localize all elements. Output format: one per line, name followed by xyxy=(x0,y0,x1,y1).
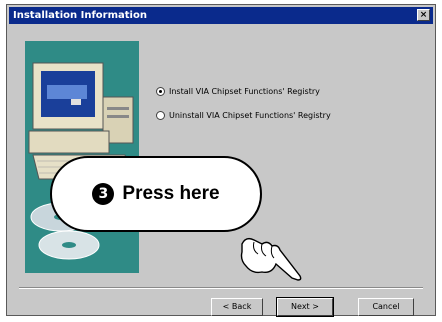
button-separator xyxy=(19,287,423,289)
uninstall-radio[interactable] xyxy=(156,111,165,120)
back-button[interactable]: < Back xyxy=(211,298,263,316)
install-registry-option[interactable]: Install VIA Chipset Functions' Registry xyxy=(156,87,320,96)
uninstall-option-label: Uninstall VIA Chipset Functions' Registr… xyxy=(169,111,331,120)
install-option-label: Install VIA Chipset Functions' Registry xyxy=(169,87,320,96)
press-here-callout: 3 Press here xyxy=(50,156,262,232)
callout-text: Press here xyxy=(122,183,220,204)
close-icon: × xyxy=(419,10,428,20)
close-button[interactable]: × xyxy=(417,9,430,21)
window-title: Installation Information xyxy=(13,10,147,21)
cancel-button[interactable]: Cancel xyxy=(358,298,414,316)
install-radio[interactable] xyxy=(156,87,165,96)
step-number-badge: 3 xyxy=(92,183,115,205)
pointing-hand-icon xyxy=(240,237,302,281)
title-bar: Installation Information × xyxy=(9,7,433,24)
next-button[interactable]: Next > xyxy=(276,297,334,317)
uninstall-registry-option[interactable]: Uninstall VIA Chipset Functions' Registr… xyxy=(156,111,331,120)
